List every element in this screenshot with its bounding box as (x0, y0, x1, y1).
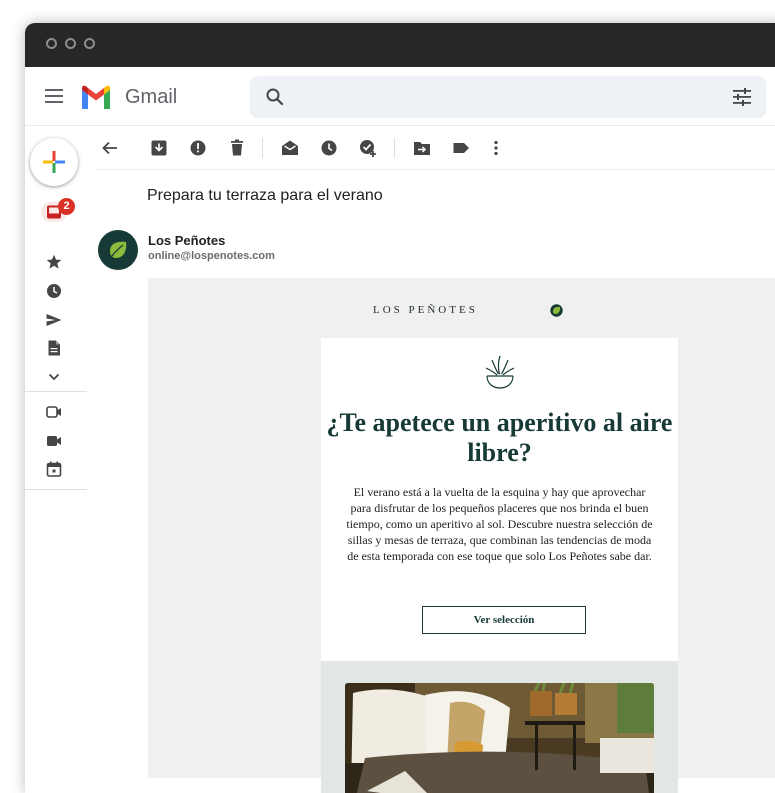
meet-join-icon[interactable] (46, 433, 62, 449)
drafts-icon[interactable] (46, 340, 62, 356)
delete-trash-icon[interactable] (228, 139, 246, 157)
brand-wordmark: LOS PEÑOTES (373, 304, 478, 316)
message-view: Prepara tu terraza para el verano Los Pe… (87, 126, 775, 793)
sidebar-divider (25, 391, 87, 392)
leaf-logo-icon (110, 241, 127, 258)
snooze-clock-icon[interactable] (320, 139, 338, 157)
close-window-button[interactable] (46, 38, 57, 49)
minimize-window-button[interactable] (65, 38, 76, 49)
label-icon[interactable] (452, 139, 470, 157)
gmail-header: Gmail (25, 67, 775, 125)
meet-new-meeting-icon[interactable] (46, 404, 62, 420)
hamburger-menu-icon[interactable] (45, 89, 63, 103)
view-selection-button[interactable]: Ver selección (422, 606, 586, 634)
sender-avatar[interactable] (98, 230, 138, 270)
move-to-folder-icon[interactable] (413, 139, 431, 157)
compose-plus-icon (43, 151, 65, 173)
window-titlebar (25, 23, 775, 67)
toolbar-separator (394, 138, 395, 158)
star-icon[interactable] (46, 254, 62, 270)
search-icon[interactable] (265, 87, 285, 107)
add-to-tasks-icon[interactable] (359, 139, 377, 157)
calendar-icon[interactable] (46, 461, 62, 477)
potted-plant-icon (485, 355, 515, 389)
snoozed-clock-icon[interactable] (46, 283, 62, 299)
email-image-section (321, 661, 678, 793)
report-spam-icon[interactable] (189, 139, 207, 157)
search-bar[interactable] (250, 76, 766, 118)
search-options-icon[interactable] (733, 88, 751, 106)
email-headline: ¿Te apetece un aperitivo al aire libre? (326, 408, 673, 467)
archive-icon[interactable] (150, 139, 168, 157)
maximize-window-button[interactable] (84, 38, 95, 49)
toolbar-separator (262, 138, 263, 158)
terrace-furniture-photo (345, 683, 654, 793)
sender-email: online@lospenotes.com (148, 250, 275, 262)
back-arrow-icon[interactable] (101, 139, 119, 157)
gmail-logo-icon[interactable] (80, 85, 112, 109)
mark-as-unread-icon[interactable] (281, 139, 299, 157)
brand-leaf-icon (550, 304, 563, 317)
email-content-card: ¿Te apetece un aperitivo al aire libre? … (321, 338, 678, 661)
inbox-unread-badge: 2 (58, 198, 75, 215)
email-body-text: El verano está a la vuelta de la esquina… (346, 485, 653, 563)
sidebar: 2 (25, 126, 87, 793)
more-options-icon[interactable] (487, 139, 505, 157)
browser-window: Gmail 2 Prepara tu terraza para el veran… (25, 23, 775, 793)
compose-button[interactable] (30, 138, 78, 186)
chevron-down-icon[interactable] (46, 369, 62, 385)
sidebar-divider (25, 489, 87, 490)
email-subject: Prepara tu terraza para el verano (147, 187, 383, 204)
toolbar-divider (97, 169, 775, 170)
sent-icon[interactable] (46, 312, 62, 328)
gmail-wordmark: Gmail (125, 86, 178, 108)
sender-name: Los Peñotes (148, 233, 226, 248)
